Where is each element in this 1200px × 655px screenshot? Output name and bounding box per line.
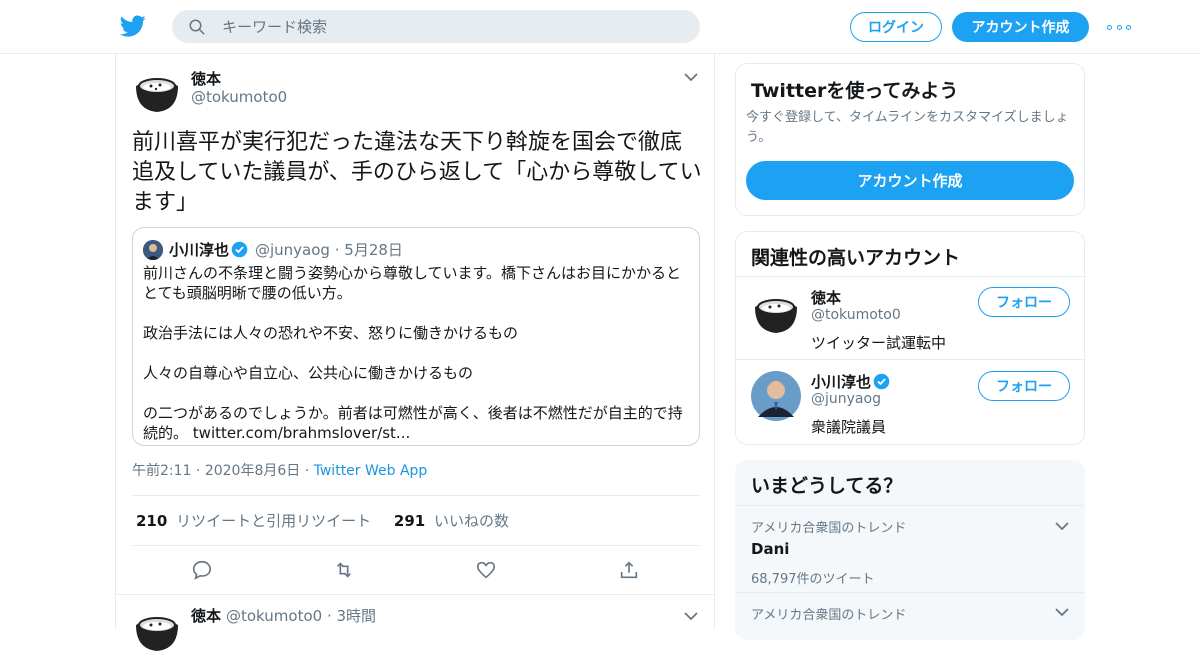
chevron-down-icon[interactable] [1055,607,1069,617]
retweet-icon[interactable] [333,559,355,581]
login-button[interactable]: ログイン [850,12,942,42]
quote-date[interactable]: 5月28日 [344,241,403,259]
search-box[interactable] [172,10,700,43]
next-tweet-meta: @tokumoto0 · 3時間 [226,605,376,626]
divider [736,359,1084,360]
quote-meta: @junyaog · 5月28日 [255,239,403,260]
trend-topic[interactable]: Dani [751,540,1069,558]
avatar[interactable] [132,66,182,116]
trend-item[interactable]: アメリカ合衆国のトレンド [751,604,1069,623]
next-tweet-author-name[interactable]: 徳本 [191,605,221,626]
signup-card-title: Twitterを使ってみよう [751,80,959,102]
tweet-date[interactable]: 2020年8月6日 [205,463,300,479]
signup-card: Twitterを使ってみよう 今すぐ登録して、タイムラインをカスタマイズしましょ… [735,63,1085,216]
twitter-logo-icon[interactable] [120,13,146,39]
search-input[interactable] [222,10,682,43]
account-handle[interactable]: @tokumoto0 [811,307,901,323]
trend-context: アメリカ合衆国のトレンド [751,521,907,536]
avatar[interactable] [751,287,801,337]
quoted-tweet[interactable]: 小川淳也 @junyaog · 5月28日 前川さんの不条理と闘う姿勢心から尊敬… [132,227,700,446]
next-tweet-time[interactable]: 3時間 [337,607,377,625]
recommended-account[interactable]: 小川淳也 @junyaog 衆議院議員 フォロー [751,371,1071,456]
like-icon[interactable] [475,559,497,581]
chevron-down-icon[interactable] [684,611,698,621]
tweet-stats: 210 リツイートと引用リツイート 291 いいねの数 [136,510,509,531]
signup-card-button[interactable]: アカウント作成 [746,161,1074,200]
divider [735,592,1085,593]
like-label[interactable]: いいねの数 [434,512,509,530]
quote-avatar[interactable] [143,240,163,260]
retweet-count[interactable]: 210 [136,512,167,530]
tweet-timestamp: 午前2:11 · 2020年8月6日 · Twitter Web App [132,460,427,480]
retweet-label[interactable]: リツイートと引用リツイート [176,512,371,530]
divider [736,276,1084,277]
quote-link[interactable]: twitter.com/brahmslover/st... [193,424,410,442]
author-handle[interactable]: @tokumoto0 [191,88,287,106]
chevron-down-icon[interactable] [1055,521,1069,531]
relevant-accounts-card: 関連性の高いアカウント 徳本 @tokumoto0 ツイッター試運転中 フォロー… [735,231,1085,445]
top-bar: ログイン アカウント作成 [0,0,1200,54]
separator: · [326,607,337,625]
account-handle[interactable]: @junyaog [811,391,881,407]
signup-card-subtitle: 今すぐ登録して、タイムラインをカスタマイズしましょう。 [746,110,1069,145]
tweet-source-app[interactable]: Twitter Web App [314,463,428,479]
trends-title: いまどうしてる？ [751,475,903,497]
account-name[interactable]: 徳本 [811,287,841,308]
more-icon[interactable] [1107,22,1131,32]
signup-button[interactable]: アカウント作成 [952,12,1089,42]
author-name[interactable]: 徳本 [191,68,221,89]
quote-text: 前川さんの不条理と闘う姿勢心から尊敬しています。橋下さんはお目にかかるととても頭… [143,264,683,442]
account-bio: 衆議院議員 [811,418,887,436]
chevron-down-icon[interactable] [684,72,698,82]
tweet-time[interactable]: 午前2:11 [132,463,191,479]
account-bio: ツイッター試運転中 [811,334,947,352]
quote-body: 前川さんの不条理と闘う姿勢心から尊敬しています。橋下さんはお目にかかるととても頭… [143,263,693,443]
divider [116,594,714,595]
account-name[interactable]: 小川淳也 [811,371,871,392]
trend-count: 68,797件のツイート [751,572,875,587]
quote-author-name[interactable]: 小川淳也 [169,239,229,260]
divider [735,505,1085,506]
reply-icon[interactable] [191,559,213,581]
relevant-accounts-title: 関連性の高いアカウント [751,247,961,269]
divider [132,495,700,496]
verified-icon [231,241,248,258]
tweet-feed: 徳本 @tokumoto0 前川喜平が実行犯だった違法な天下り斡旋を国会で徹底追… [115,54,715,654]
separator: · [334,241,345,259]
divider [132,545,700,546]
search-icon [189,19,205,35]
tweet-text: 前川喜平が実行犯だった違法な天下り斡旋を国会で徹底追及していた議員が、手のひら返… [132,130,702,215]
quote-author-handle[interactable]: @junyaog [255,241,330,259]
avatar[interactable] [751,371,801,421]
separator: · [304,463,314,479]
separator: · [195,463,205,479]
share-icon[interactable] [618,559,640,581]
avatar[interactable] [132,605,182,655]
like-count[interactable]: 291 [394,512,425,530]
next-tweet-handle[interactable]: @tokumoto0 [226,607,322,625]
trend-context: アメリカ合衆国のトレンド [751,608,907,623]
follow-button[interactable]: フォロー [978,371,1070,401]
trends-card: いまどうしてる？ アメリカ合衆国のトレンド Dani 68,797件のツイート … [735,460,1085,640]
verified-icon [873,373,890,390]
follow-button[interactable]: フォロー [978,287,1070,317]
trend-item[interactable]: アメリカ合衆国のトレンド Dani 68,797件のツイート [751,517,1069,587]
